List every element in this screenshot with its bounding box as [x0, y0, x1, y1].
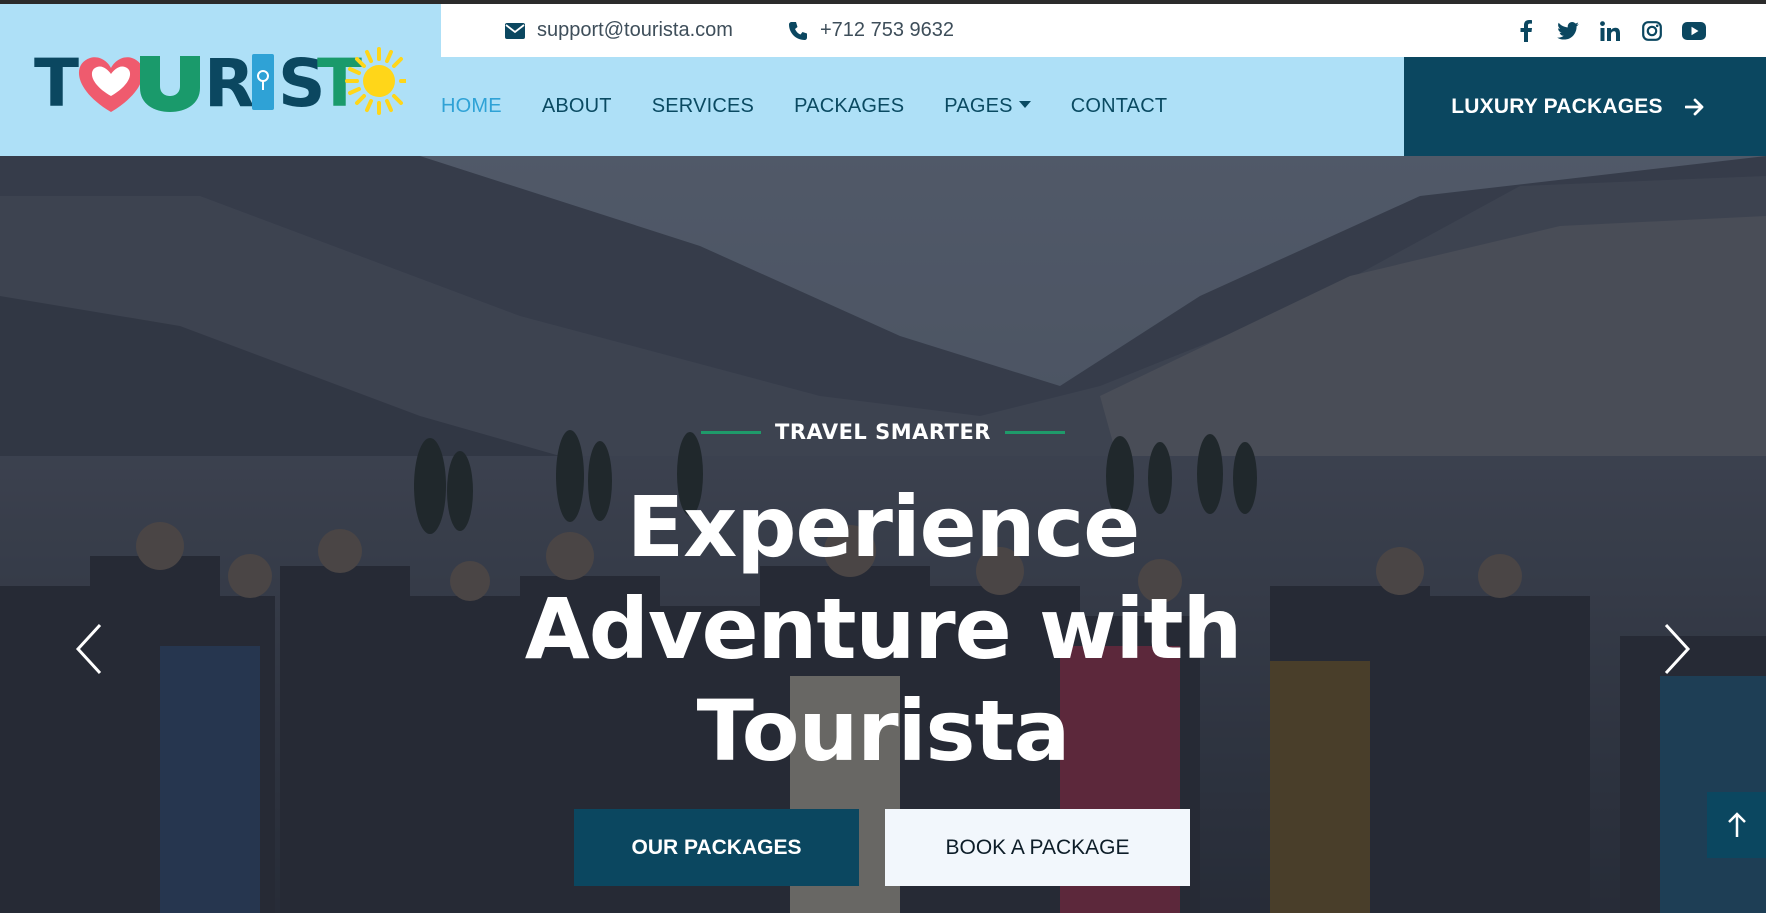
nav-item-services[interactable]: SERVICES: [652, 95, 754, 118]
chevron-right-icon[interactable]: [1656, 621, 1696, 677]
eyebrow-line-left: [701, 430, 762, 434]
luxury-packages-label: LUXURY PACKAGES: [1451, 94, 1663, 118]
hero-carousel: TRAVEL SMARTER Experience Adventure with…: [0, 156, 1766, 913]
envelope-icon: [505, 22, 525, 39]
book-package-button[interactable]: BOOK A PACKAGE: [885, 809, 1190, 886]
nav-item-contact[interactable]: CONTACT: [1071, 95, 1168, 118]
nav-item-about[interactable]: ABOUT: [542, 95, 612, 118]
phone-text: +712 753 9632: [820, 19, 955, 41]
phone-icon: [789, 21, 807, 40]
nav-label: HOME: [441, 95, 502, 117]
luxury-packages-button[interactable]: LUXURY PACKAGES: [1404, 57, 1766, 156]
linkedin-icon[interactable]: [1598, 19, 1622, 43]
chevron-left-icon[interactable]: [70, 621, 110, 677]
nav-label: ABOUT: [541, 95, 612, 117]
nav-label: CONTACT: [1070, 95, 1168, 117]
svg-text:T: T: [34, 46, 79, 120]
twitter-icon[interactable]: [1556, 19, 1580, 43]
arrow-up-icon: [1727, 812, 1746, 837]
nav-label: PAGES: [944, 95, 1013, 117]
phone-contact[interactable]: +712 753 9632: [788, 4, 954, 57]
eyebrow-text: TRAVEL SMARTER: [775, 420, 991, 444]
email-text: support@tourista.com: [537, 19, 733, 41]
nav-item-home[interactable]: HOME: [441, 95, 502, 118]
headline-line-2: Adventure with: [524, 580, 1243, 678]
instagram-icon[interactable]: [1640, 19, 1664, 43]
tourista-logo[interactable]: T R S T: [34, 46, 406, 120]
hero-headline: Experience Adventure with Tourista: [483, 476, 1283, 782]
eyebrow-line-right: [1004, 430, 1065, 434]
headline-line-3: Tourista: [696, 682, 1071, 780]
nav-label: SERVICES: [651, 95, 755, 117]
facebook-icon[interactable]: [1514, 19, 1538, 43]
our-packages-button[interactable]: OUR PACKAGES: [574, 809, 859, 886]
caret-down-icon: [1018, 101, 1031, 108]
nav-item-pages-dropdown[interactable]: PAGES: [944, 95, 1031, 118]
nav-item-packages[interactable]: PACKAGES: [794, 95, 904, 118]
arrow-right-icon: [1684, 98, 1704, 115]
main-nav: HOME ABOUT SERVICES PACKAGES PAGES CONTA…: [441, 57, 1207, 156]
social-links: [1514, 4, 1706, 57]
headline-line-1: Experience: [626, 478, 1140, 576]
scroll-to-top-button[interactable]: [1707, 792, 1766, 858]
email-contact[interactable]: support@tourista.com: [505, 4, 733, 57]
nav-label: PACKAGES: [794, 95, 905, 117]
contact-topbar: support@tourista.com +712 753 9632: [441, 4, 1766, 57]
hero-eyebrow: TRAVEL SMARTER: [0, 420, 1766, 444]
youtube-icon[interactable]: [1682, 19, 1706, 43]
svg-text:R: R: [204, 46, 255, 120]
